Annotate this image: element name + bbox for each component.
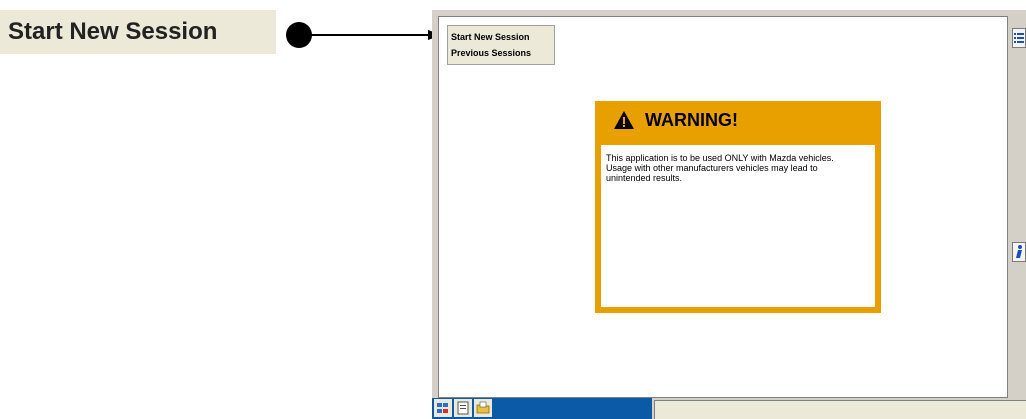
menu-item-start-new-session[interactable]: Start New Session [448, 29, 554, 45]
warning-line-3: unintended results. [606, 173, 683, 183]
content-pane: Start New Session Previous Sessions WARN… [438, 16, 1008, 398]
warning-message: This application is to be used ONLY with… [601, 145, 875, 307]
app-window: Start New Session Previous Sessions WARN… [432, 10, 1026, 419]
menu-item-previous-sessions[interactable]: Previous Sessions [448, 45, 554, 61]
taskbar-left [432, 398, 652, 419]
document-icon[interactable] [454, 399, 472, 417]
session-menu: Start New Session Previous Sessions [447, 25, 555, 65]
folder-icon[interactable] [474, 399, 492, 417]
right-toolbar [1010, 16, 1026, 398]
warning-title: WARNING! [645, 109, 738, 130]
status-field [654, 400, 1026, 419]
callout-line [310, 34, 432, 36]
taskbar [432, 398, 1026, 419]
warning-triangle-icon [614, 111, 634, 129]
info-icon[interactable] [1012, 242, 1026, 262]
list-icon[interactable] [1012, 28, 1026, 48]
vehicle-diagnostics-icon[interactable] [434, 399, 452, 417]
warning-line-1: This application is to be used ONLY with… [606, 153, 834, 163]
warning-dialog: WARNING! This application is to be used … [595, 101, 881, 313]
warning-header: WARNING! [595, 101, 881, 139]
warning-line-2: Usage with other manufacturers vehicles … [606, 163, 818, 173]
callout-label: Start New Session [0, 10, 276, 54]
callout-dot [286, 22, 312, 48]
